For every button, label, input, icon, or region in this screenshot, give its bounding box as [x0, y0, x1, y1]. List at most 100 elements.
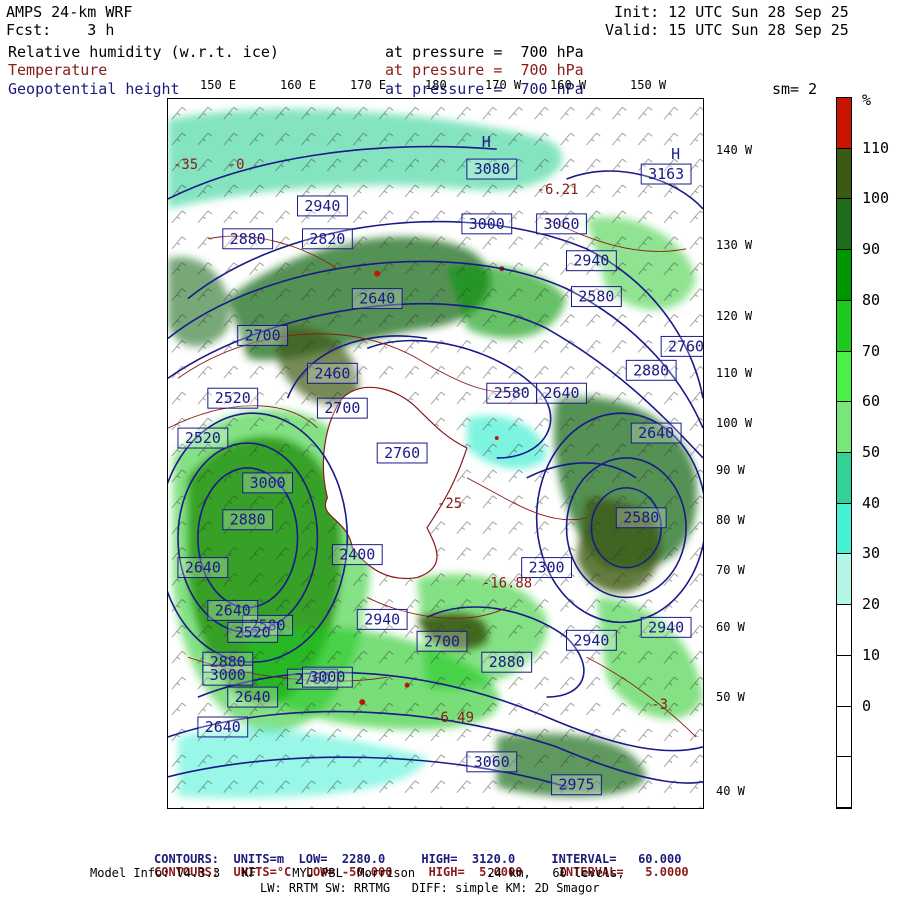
- forecast-hour: Fcst: 3 h: [6, 21, 115, 39]
- height-label: 2580: [578, 288, 614, 306]
- height-label: 2640: [235, 688, 271, 706]
- right-tick-label: 130 W: [716, 238, 753, 252]
- high-pressure-marker: H: [671, 145, 680, 163]
- right-tick-label: 90 W: [716, 463, 745, 477]
- temperature-label: -25: [437, 496, 462, 512]
- legend-unit: %: [862, 91, 872, 109]
- top-tick-label: 160 E: [280, 78, 317, 92]
- legend-swatch: [837, 503, 851, 555]
- legend-swatch: [837, 300, 851, 352]
- model-title: AMPS 24-km WRF: [6, 3, 133, 21]
- height-label: 2640: [185, 559, 221, 577]
- temperature-label: -6.21: [537, 182, 579, 198]
- legend-swatch: [837, 757, 851, 808]
- field3-name: Geopotential height: [8, 80, 180, 98]
- legend-label: 90: [862, 240, 881, 259]
- height-label: 2580: [623, 509, 659, 527]
- height-label: 2760: [384, 444, 420, 462]
- field1-name: Relative humidity (w.r.t. ice): [8, 43, 279, 61]
- footer-model-info: Model Info: V4.3.3 KF MYJ PBL Morrison 2…: [90, 866, 625, 880]
- height-label: 2975: [558, 776, 594, 794]
- height-label: 2640: [544, 384, 580, 402]
- legend-swatch: [837, 98, 851, 149]
- legend-label: 0: [862, 696, 872, 715]
- legend-swatch: [837, 402, 851, 453]
- right-tick-label: 60 W: [716, 620, 745, 634]
- legend-label: 60: [862, 392, 881, 411]
- height-label: 2880: [489, 653, 525, 671]
- right-tick-label: 50 W: [716, 690, 745, 704]
- height-label: 2640: [205, 718, 241, 736]
- legend-swatch: [837, 706, 851, 758]
- legend-label: 70: [862, 341, 881, 360]
- height-label: 3000: [210, 666, 246, 684]
- legend-swatch: [837, 655, 851, 707]
- right-tick-label: 70 W: [716, 563, 745, 577]
- height-label: 2400: [339, 546, 375, 564]
- height-label: 2880: [230, 230, 266, 248]
- smoothing-label: sm= 2: [772, 80, 818, 98]
- legend-label: 110: [862, 138, 890, 157]
- legend-swatch: [837, 453, 851, 504]
- temperature-label: -0: [228, 157, 245, 173]
- height-label: 2300: [529, 559, 565, 577]
- humidity-legend-bar: [836, 97, 852, 809]
- height-label: 3163: [648, 165, 684, 183]
- legend-label: 100: [862, 189, 890, 208]
- height-label: 2940: [304, 197, 340, 215]
- height-label: 3000: [250, 474, 286, 492]
- top-tick-label: 170 W: [485, 78, 522, 92]
- height-label: 2520: [235, 623, 271, 641]
- height-label: 2940: [648, 618, 684, 636]
- legend-label: 40: [862, 493, 881, 512]
- height-label: 3000: [309, 668, 345, 686]
- right-tick-label: 110 W: [716, 366, 753, 380]
- right-tick-label: 120 W: [716, 309, 753, 323]
- height-label: 2460: [314, 364, 350, 382]
- height-label: 2520: [185, 429, 221, 447]
- height-label: 3060: [544, 215, 580, 233]
- height-label: 2880: [230, 511, 266, 529]
- field2-name: Temperature: [8, 61, 108, 79]
- valid-time: Valid: 15 UTC Sun 28 Sep 25: [605, 21, 849, 39]
- right-tick-label: 140 W: [716, 143, 753, 157]
- top-tick-label: 150 W: [630, 78, 667, 92]
- temperature-label: -3: [651, 697, 668, 713]
- height-label: 2640: [638, 424, 674, 442]
- legend-swatch: [837, 199, 851, 251]
- legend-label: 30: [862, 544, 881, 563]
- legend-swatch: [837, 148, 851, 200]
- field2-level: at pressure = 700 hPa: [385, 61, 584, 79]
- legend-swatch: [837, 250, 851, 301]
- height-label: 2700: [324, 399, 360, 417]
- height-label: 2640: [215, 601, 251, 619]
- height-label: 2760: [668, 337, 704, 355]
- height-label: 3060: [474, 753, 510, 771]
- temperature-label: -6.49: [432, 710, 474, 726]
- legend-label: 10: [862, 645, 881, 664]
- height-label: 2940: [364, 610, 400, 628]
- height-label: 3000: [469, 215, 505, 233]
- temperature-label: -35: [173, 157, 198, 173]
- legend-label: 80: [862, 290, 881, 309]
- height-label: 2520: [215, 389, 251, 407]
- height-label: 2580: [494, 384, 530, 402]
- legend-swatch: [837, 605, 851, 656]
- init-time: Init: 12 UTC Sun 28 Sep 25: [614, 3, 849, 21]
- right-tick-label: 100 W: [716, 416, 753, 430]
- top-tick-label: 180: [425, 78, 447, 92]
- height-label: 2700: [245, 326, 281, 344]
- legend-swatch: [837, 554, 851, 606]
- top-tick-label: 170 E: [350, 78, 387, 92]
- height-label: 2940: [573, 631, 609, 649]
- field1-level: at pressure = 700 hPa: [385, 43, 584, 61]
- right-tick-label: 80 W: [716, 513, 745, 527]
- weather-map: 3080 3163 3000 3060 2940 2880 2940 2820 2580 2640…: [167, 98, 704, 809]
- height-label: 2820: [309, 230, 345, 248]
- height-label: 2940: [573, 252, 609, 270]
- top-tick-label: 150 E: [200, 78, 237, 92]
- footer-physics: LW: RRTM SW: RRTMG DIFF: simple KM: 2D S…: [260, 881, 600, 895]
- temperature-label: -16.88: [482, 575, 532, 591]
- high-pressure-marker: H: [482, 133, 491, 151]
- height-label: 2640: [359, 290, 395, 308]
